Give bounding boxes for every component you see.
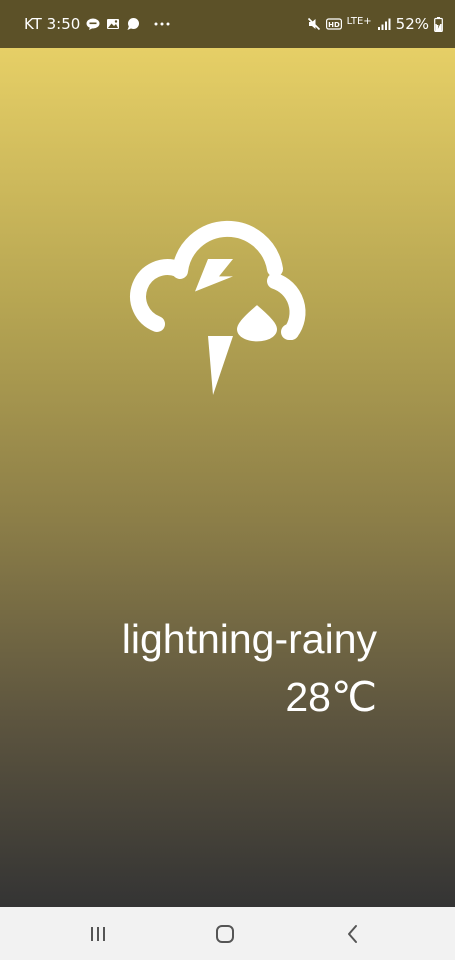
status-bar: KT 3:50 HD LTE+ 52%	[0, 0, 455, 48]
message-icon	[127, 18, 140, 30]
hd-icon: HD	[325, 18, 342, 30]
back-icon[interactable]	[340, 921, 366, 947]
status-right: HD LTE+ 52%	[307, 14, 443, 34]
battery-percent: 52%	[395, 15, 429, 33]
weather-lightning-rainy-icon	[130, 220, 306, 395]
status-left: KT 3:50	[24, 14, 174, 34]
weather-info: lightning-rainy 28℃	[122, 610, 377, 726]
weather-temperature: 28℃	[285, 674, 377, 720]
mute-icon	[307, 17, 320, 31]
svg-text:HD: HD	[328, 21, 340, 29]
weather-condition: lightning-rainy	[121, 616, 377, 662]
recent-apps-icon[interactable]	[85, 921, 111, 947]
carrier-time: KT 3:50	[24, 15, 81, 33]
more-icon	[154, 22, 170, 26]
home-icon[interactable]	[212, 921, 238, 947]
navigation-bar	[0, 907, 455, 960]
chat-bubble-icon	[86, 18, 100, 30]
network-type: LTE+	[346, 15, 372, 27]
image-icon	[107, 19, 120, 29]
battery-charging-icon	[434, 16, 443, 32]
signal-icon	[377, 18, 391, 30]
weather-screen: lightning-rainy 28℃	[0, 48, 455, 907]
